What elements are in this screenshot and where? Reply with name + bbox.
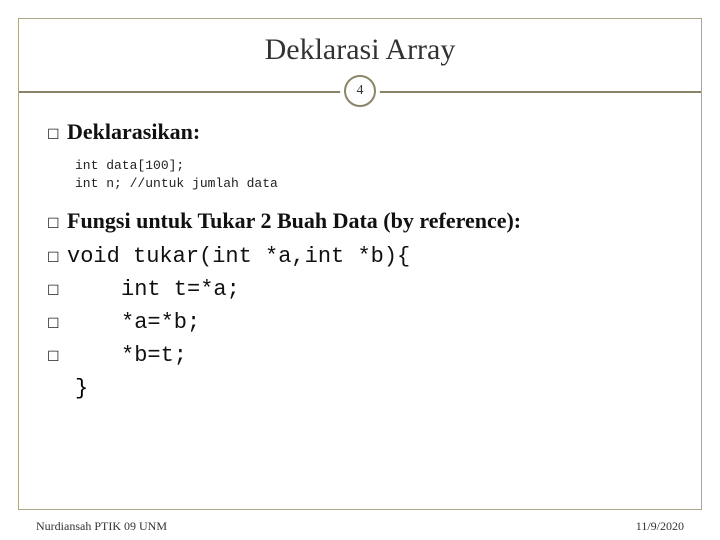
slide-title: Deklarasi Array [19,19,701,75]
code-line-2: ☐ *a=*b; [47,306,673,339]
footer-author: Nurdiansah PTIK 09 UNM [36,519,167,534]
section1-heading-row: ☐ Deklarasikan: [47,119,673,145]
code-text: *b=t; [67,339,187,372]
section2-heading-row: ☐ Fungsi untuk Tukar 2 Buah Data (by ref… [47,208,673,234]
square-bullet-icon: ☐ [47,246,61,268]
square-bullet-icon: ☐ [47,212,61,234]
square-bullet-icon: ☐ [47,123,61,145]
code-line-1: ☐ int t=*a; [47,273,673,306]
closing-brace: } [47,372,673,401]
code-line-0: ☐ void tukar(int *a,int *b){ [47,240,673,273]
page-number-badge: 4 [344,75,376,107]
code-text: int t=*a; [67,273,240,306]
square-bullet-icon: ☐ [47,345,61,367]
section1-heading: Deklarasikan: [67,119,200,145]
code-text: *a=*b; [67,306,200,339]
square-bullet-icon: ☐ [47,312,61,334]
content-area: ☐ Deklarasikan: int data[100]; int n; //… [19,119,701,401]
badge-row: 4 [19,75,701,109]
slide-frame: Deklarasi Array 4 ☐ Deklarasikan: int da… [18,18,702,510]
section2-heading: Fungsi untuk Tukar 2 Buah Data (by refer… [67,208,521,234]
declaration-code: int data[100]; int n; //untuk jumlah dat… [47,151,673,208]
footer-date: 11/9/2020 [636,519,684,534]
square-bullet-icon: ☐ [47,279,61,301]
footer: Nurdiansah PTIK 09 UNM 11/9/2020 [36,519,684,534]
code-line-3: ☐ *b=t; [47,339,673,372]
code-text: void tukar(int *a,int *b){ [67,240,410,273]
